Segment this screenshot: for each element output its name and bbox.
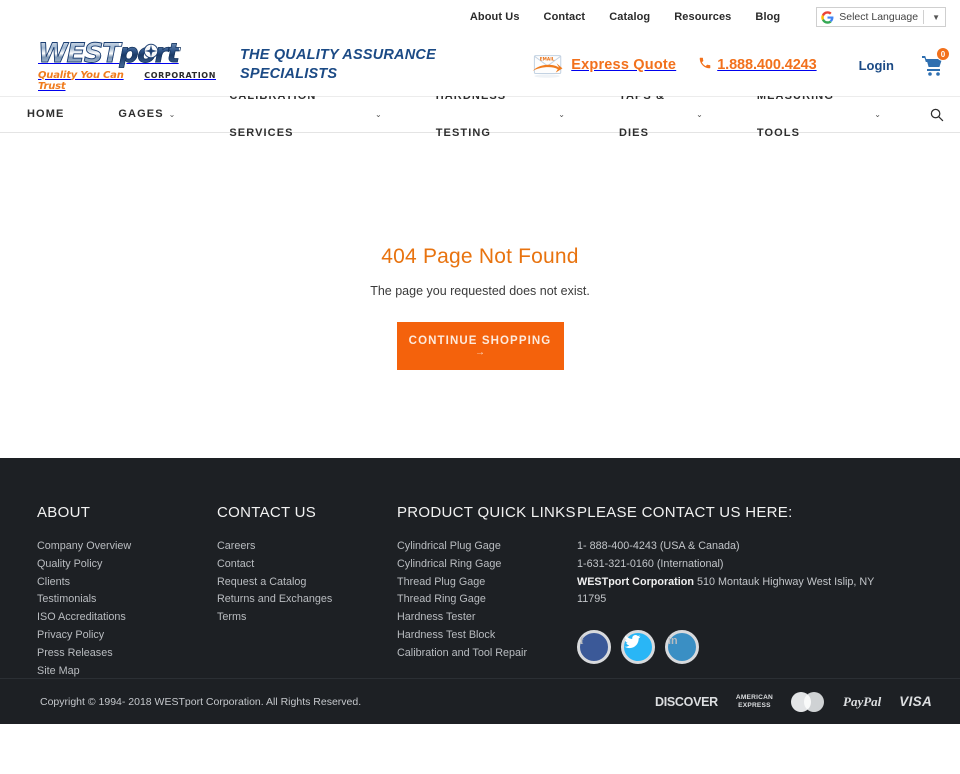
footer-link-press-releases[interactable]: Press Releases <box>37 645 217 662</box>
email-envelope-icon: EMAIL <box>531 51 565 79</box>
arrow-right-icon: → <box>475 347 485 358</box>
chevron-down-icon: ⌄ <box>696 110 703 119</box>
search-button[interactable] <box>908 108 960 122</box>
chevron-down-icon: ⌄ <box>168 110 176 119</box>
divider <box>923 10 925 24</box>
error-title: 404 Page Not Found <box>381 245 579 268</box>
site-footer: ABOUT Company Overview Quality Policy Cl… <box>0 458 960 724</box>
visa-icon: VISA <box>899 694 932 709</box>
search-icon <box>930 108 944 121</box>
gear-icon <box>143 43 159 58</box>
footer-heading-contact-here: PLEASE CONTACT US HERE: <box>577 504 793 521</box>
facebook-glyph: f <box>580 635 584 648</box>
footer-link-cylindrical-ring-gage[interactable]: Cylindrical Ring Gage <box>397 556 577 573</box>
paypal-icon: PayPal <box>843 693 882 709</box>
linkedin-glyph: in <box>668 635 678 648</box>
main-navigation: HOME GAGES ⌄ CALIBRATION SERVICES ⌄ HARD… <box>0 90 960 139</box>
logo-corporation: CORPORATION <box>144 70 216 80</box>
social-links: f in <box>577 630 897 665</box>
topnav-catalog[interactable]: Catalog <box>609 11 650 23</box>
nav-item-gages[interactable]: GAGES ⌄ <box>91 96 202 133</box>
language-selector-label: Select Language <box>839 11 919 23</box>
nav-item-hardness-testing[interactable]: HARDNESS TESTING ⌄ <box>409 90 592 139</box>
footer-company-name: WESTport Corporation <box>577 575 694 588</box>
nav-item-calibration-services[interactable]: CALIBRATION SERVICES ⌄ <box>202 90 408 139</box>
footer-link-testimonials[interactable]: Testimonials <box>37 591 217 608</box>
footer-heading-about: ABOUT <box>37 504 91 521</box>
footer-link-cylindrical-plug-gage[interactable]: Cylindrical Plug Gage <box>397 538 577 555</box>
footer-heading-product-quick-links: PRODUCT QUICK LINKS <box>397 504 576 521</box>
google-icon <box>821 10 834 24</box>
logo-tagline: Quality You Can Trust <box>38 69 124 92</box>
utility-nav: About Us Contact Catalog Resources Blog <box>470 11 780 23</box>
nav-item-measuring-tools[interactable]: MEASURING TOOLS ⌄ <box>730 90 908 139</box>
amex-icon: AMERICAN EXPRESS <box>735 693 774 709</box>
footer-link-thread-plug-gage[interactable]: Thread Plug Gage <box>397 574 577 591</box>
continue-shopping-button[interactable]: CONTINUE SHOPPING → <box>396 322 564 370</box>
phone-number: 1.888.400.4243 <box>717 57 817 73</box>
footer-link-clients[interactable]: Clients <box>37 574 217 591</box>
phone-link[interactable]: 1.888.400.4243 <box>698 56 817 75</box>
logo-wordmark: WESTport <box>38 37 216 69</box>
topnav-about-us[interactable]: About Us <box>470 11 520 23</box>
cart-button[interactable]: 0 <box>920 47 950 78</box>
footer-link-careers[interactable]: Careers <box>217 538 397 555</box>
site-logo[interactable]: WESTport Quality You Can Trust CORPORATI… <box>38 37 216 92</box>
footer-link-contact[interactable]: Contact <box>217 556 397 573</box>
footer-link-company-overview[interactable]: Company Overview <box>37 538 217 555</box>
discover-icon: DISCOVER <box>654 694 718 709</box>
mastercard-icon <box>791 691 825 712</box>
logo-subline: Quality You Can Trust CORPORATION <box>38 70 216 92</box>
header-tagline: THE QUALITY ASSURANCE SPECIALISTS <box>240 47 436 82</box>
payment-methods: DISCOVER AMERICAN EXPRESS PayPal VISA <box>654 691 932 712</box>
copyright-text: Copyright © 1994- 2018 WESTport Corporat… <box>40 695 362 708</box>
header-actions: EMAIL Express Quote 1.888.400.4243 Login <box>531 47 950 79</box>
svg-text:EMAIL: EMAIL <box>540 57 555 63</box>
topnav-blog[interactable]: Blog <box>755 11 780 23</box>
chevron-down-icon[interactable]: ▼ <box>929 13 943 22</box>
chevron-down-icon: ⌄ <box>375 110 382 119</box>
footer-link-request-a-catalog[interactable]: Request a Catalog <box>217 574 397 591</box>
topnav-contact[interactable]: Contact <box>544 11 586 23</box>
nav-label: HOME <box>27 108 65 120</box>
main-content: 404 Page Not Found The page you requeste… <box>0 133 960 458</box>
footer-link-iso-accreditations[interactable]: ISO Accreditations <box>37 609 217 626</box>
footer-phone-usa: 1- 888-400-4243 (USA & Canada) <box>577 540 740 552</box>
footer-heading-contact-us: CONTACT US <box>217 504 317 521</box>
footer-link-terms[interactable]: Terms <box>217 609 397 626</box>
footer-link-thread-ring-gage[interactable]: Thread Ring Gage <box>397 591 577 608</box>
chevron-down-icon: ⌄ <box>874 110 881 119</box>
footer-link-privacy-policy[interactable]: Privacy Policy <box>37 627 217 644</box>
facebook-icon[interactable]: f <box>577 630 611 665</box>
express-quote-link[interactable]: EMAIL Express Quote <box>531 51 676 79</box>
footer-address-line: WESTport Corporation 510 Montauk Highway… <box>577 574 897 609</box>
utility-topbar: About Us Contact Catalog Resources Blog … <box>0 0 960 34</box>
login-link[interactable]: Login <box>859 58 894 73</box>
continue-shopping-label: CONTINUE SHOPPING <box>408 335 552 347</box>
nav-item-home[interactable]: HOME <box>0 96 91 133</box>
site-header: WESTport Quality You Can Trust CORPORATI… <box>0 34 960 96</box>
footer-link-quality-policy[interactable]: Quality Policy <box>37 556 217 573</box>
footer-link-returns-and-exchanges[interactable]: Returns and Exchanges <box>217 591 397 608</box>
logo-west-text: WEST <box>38 37 121 69</box>
footer-link-hardness-tester[interactable]: Hardness Tester <box>397 609 577 626</box>
twitter-bird-glyph <box>624 635 641 649</box>
express-quote-label: Express Quote <box>571 57 677 73</box>
nav-label: GAGES <box>118 108 164 120</box>
error-subtitle: The page you requested does not exist. <box>370 284 590 298</box>
phone-icon <box>698 56 712 75</box>
language-selector[interactable]: Select Language ▼ <box>816 7 946 27</box>
footer-phone-international: 1-631-321-0160 (International) <box>577 557 724 570</box>
copyright-bar: Copyright © 1994- 2018 WESTport Corporat… <box>0 678 960 724</box>
twitter-icon[interactable] <box>621 630 655 665</box>
topnav-resources[interactable]: Resources <box>674 11 731 23</box>
cart-count-badge: 0 <box>936 47 950 61</box>
linkedin-icon[interactable]: in <box>665 630 699 665</box>
page-root: About Us Contact Catalog Resources Blog … <box>0 0 960 774</box>
chevron-down-icon: ⌄ <box>558 110 565 119</box>
footer-link-hardness-test-block[interactable]: Hardness Test Block <box>397 627 577 644</box>
footer-link-calibration-and-tool-repair[interactable]: Calibration and Tool Repair <box>397 645 577 662</box>
nav-item-taps-and-dies[interactable]: TAPS & DIES ⌄ <box>592 90 730 139</box>
